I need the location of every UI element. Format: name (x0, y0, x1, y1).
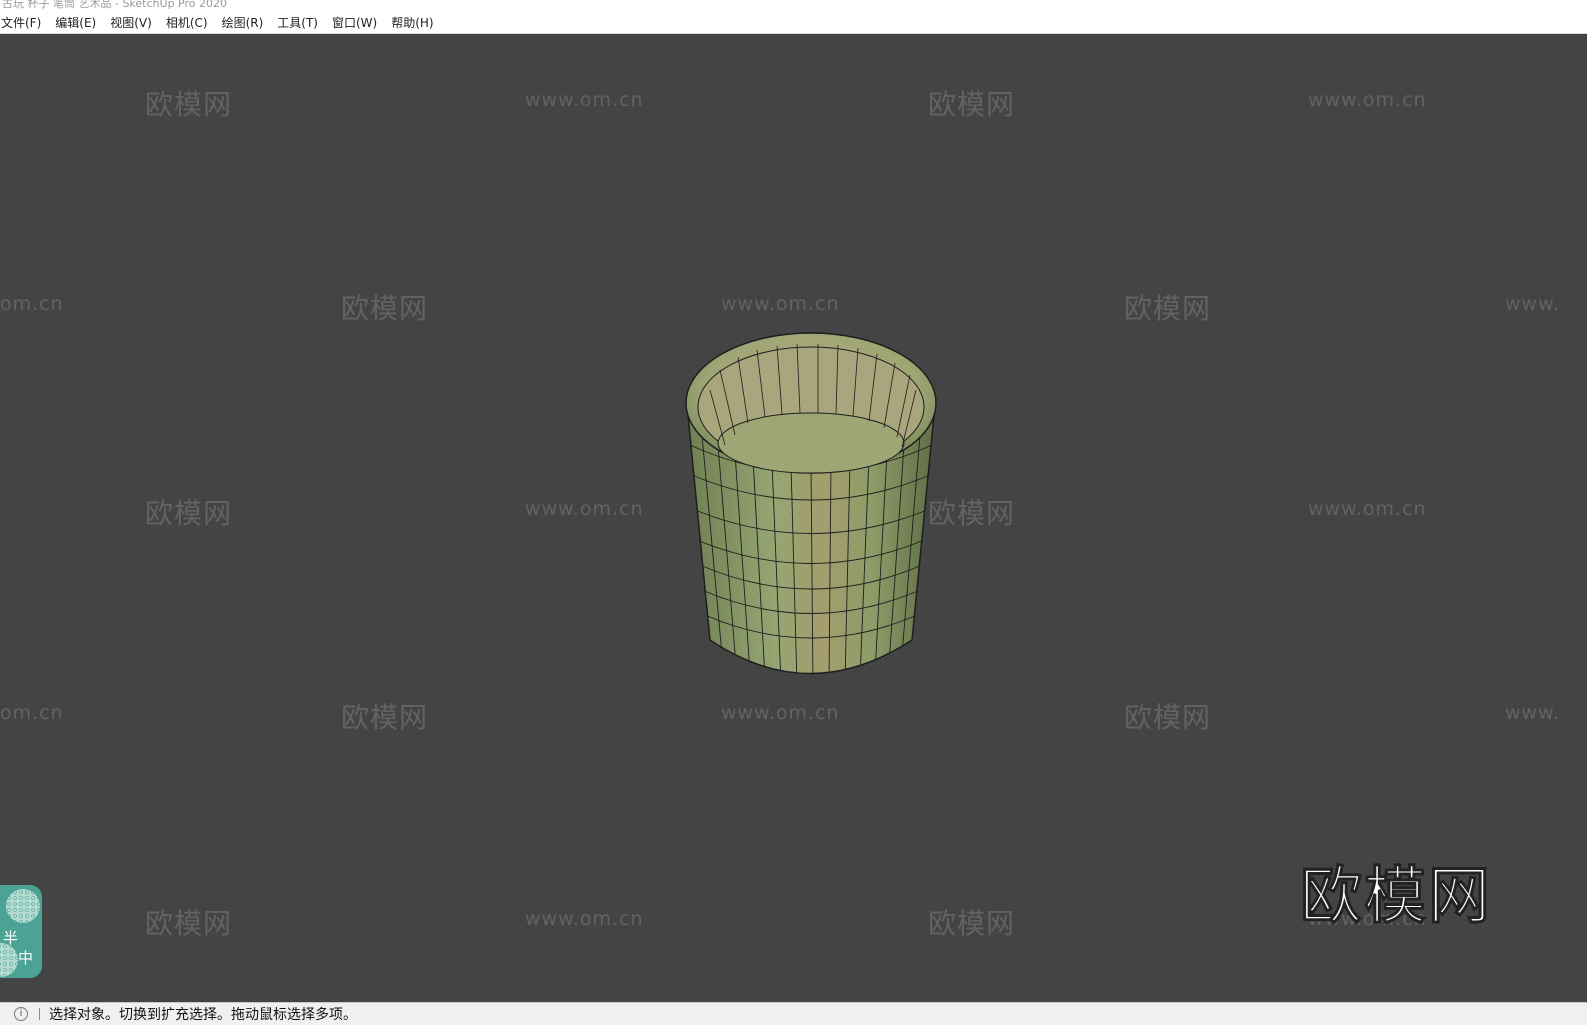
cup-model[interactable] (680, 295, 950, 695)
menu-draw[interactable]: 绘图(R) (215, 12, 271, 34)
watermark-en: www.om.cn (1308, 498, 1427, 520)
badge-pattern-icon (6, 889, 40, 923)
badge-pattern-icon (0, 943, 18, 977)
menu-camera[interactable]: 相机(C) (159, 12, 215, 34)
watermark-cn: 欧模网 (928, 907, 1016, 940)
watermark-en: www.om.cn (525, 89, 644, 111)
badge-char: 中 (18, 949, 34, 967)
menu-window[interactable]: 窗口(W) (325, 12, 384, 34)
watermark-en-partial: om.cn (0, 293, 64, 315)
model-viewport[interactable]: 欧模网 www.om.cn 欧模网 www.om.cn om.cn 欧模网 ww… (0, 35, 1587, 1002)
watermark-en: www.om.cn (525, 498, 644, 520)
watermark-en: www.om.cn (525, 908, 644, 930)
menu-edit[interactable]: 编辑(E) (48, 12, 103, 34)
floating-badge[interactable]: 半 中 (0, 885, 42, 978)
status-text: 选择对象。切换到扩充选择。拖动鼠标选择多项。 (49, 1007, 357, 1023)
watermark-cn: 欧模网 (341, 701, 429, 734)
menu-view[interactable]: 视图(V) (103, 12, 159, 34)
watermark-cn: 欧模网 (341, 292, 429, 325)
watermark-cn: 欧模网 (145, 497, 233, 530)
watermark-cn: 欧模网 (928, 88, 1016, 121)
watermark-cn: 欧模网 (145, 88, 233, 121)
sketchup-window: 古玩 杯子 笔筒 艺术品 - SketchUp Pro 2020 文件(F) 编… (0, 0, 1587, 1025)
watermark-cn: 欧模网 (1124, 701, 1212, 734)
menu-file[interactable]: 文件(F) (0, 12, 48, 34)
cup-inner-bottom (717, 412, 905, 474)
watermark-cn: 欧模网 (1124, 292, 1212, 325)
menu-tools[interactable]: 工具(T) (270, 12, 325, 34)
menu-bar: 文件(F) 编辑(E) 视图(V) 相机(C) 绘图(R) 工具(T) 窗口(W… (0, 12, 1587, 34)
menu-help[interactable]: 帮助(H) (384, 12, 440, 34)
watermark-en-partial: om.cn (0, 702, 64, 724)
window-title: 古玩 杯子 笔筒 艺术品 - SketchUp Pro 2020 (2, 0, 227, 10)
watermark-en: www.om.cn (721, 702, 840, 724)
watermark-en: www.om.cn (1308, 89, 1427, 111)
status-bar: i 选择对象。切换到扩充选择。拖动鼠标选择多项。 (0, 1002, 1587, 1025)
title-bar: 古玩 杯子 笔筒 艺术品 - SketchUp Pro 2020 (0, 0, 1587, 12)
info-icon[interactable]: i (14, 1007, 28, 1021)
brand-logo: 欧模网 (1299, 859, 1493, 933)
watermark-en-partial: www. (1505, 293, 1560, 315)
badge-char: 半 (3, 929, 19, 947)
watermark-cn: 欧模网 (145, 907, 233, 940)
status-separator (39, 1008, 40, 1020)
watermark-en-partial: www. (1505, 702, 1560, 724)
